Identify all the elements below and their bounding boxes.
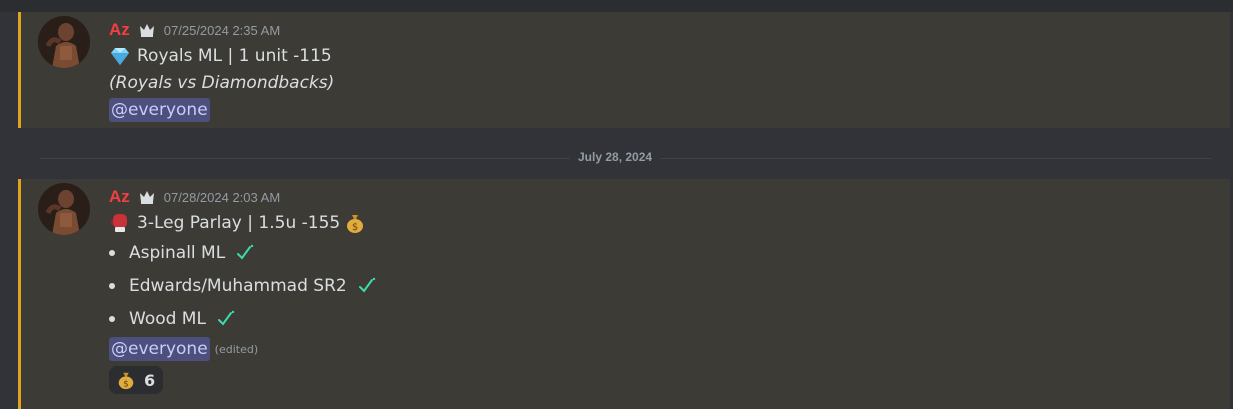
list-item: Edwards/Muhammad SR2 [109, 269, 1220, 302]
money-bag-icon: $ [347, 214, 364, 233]
avatar[interactable] [38, 183, 90, 235]
edited-label: (edited) [214, 343, 259, 356]
message-content: Az 07/28/2024 2:03 AM 3-Leg Parlay | 1.5… [109, 185, 1220, 394]
bullet [109, 282, 115, 289]
leg-text: Edwards/Muhammad SR2 [129, 275, 347, 296]
svg-text:$: $ [123, 379, 129, 389]
check-icon [237, 244, 254, 260]
crown-icon [139, 24, 154, 37]
check-icon [217, 310, 235, 326]
leg-text: Wood ML [129, 308, 206, 329]
message-title: Royals ML | 1 unit -115 [137, 45, 332, 66]
money-bag-icon: $ [118, 372, 134, 389]
everyone-mention[interactable]: @everyone [109, 97, 210, 122]
list-item: Aspinall ML [109, 236, 1220, 269]
date-divider-label: July 28, 2024 [570, 150, 661, 164]
reaction-money-bag[interactable]: $ 6 [109, 366, 164, 394]
message-title-line: 3-Leg Parlay | 1.5u -155 $ [109, 209, 1220, 236]
timestamp[interactable]: 07/25/2024 2:35 AM [164, 23, 280, 38]
reaction-count: 6 [144, 370, 156, 390]
previous-message-edge [0, 0, 1233, 12]
message-2[interactable]: Az 07/28/2024 2:03 AM 3-Leg Parlay | 1.5… [18, 179, 1230, 409]
message-title: 3-Leg Parlay | 1.5u -155 [137, 212, 341, 233]
message-content: Az 07/25/2024 2:35 AM Royals ML | 1 unit… [109, 18, 1220, 123]
gem-icon [111, 47, 129, 65]
bullet [109, 315, 115, 322]
boxing-glove-icon [111, 213, 127, 232]
leg-text: Aspinall ML [129, 242, 226, 263]
parlay-legs-list: Aspinall ML Edwards/Muhammad SR2 Wood ML [109, 236, 1220, 335]
message-subtitle: (Royals vs Diamondbacks) [109, 72, 335, 93]
chat-view: Az 07/25/2024 2:35 AM Royals ML | 1 unit… [0, 0, 1233, 409]
mention-line: @everyone [109, 96, 1220, 123]
bullet [109, 249, 115, 256]
crown-icon [139, 191, 154, 204]
message-header: Az 07/28/2024 2:03 AM [109, 185, 1220, 209]
timestamp[interactable]: 07/28/2024 2:03 AM [164, 190, 280, 205]
mention-line: @everyone (edited) [109, 335, 1220, 362]
message-header: Az 07/25/2024 2:35 AM [109, 18, 1220, 42]
check-icon [358, 277, 375, 293]
username[interactable]: Az [109, 187, 130, 207]
svg-text:$: $ [352, 222, 358, 233]
list-item: Wood ML [109, 302, 1220, 335]
message-1[interactable]: Az 07/25/2024 2:35 AM Royals ML | 1 unit… [18, 12, 1230, 128]
username[interactable]: Az [109, 20, 130, 40]
message-title-line: Royals ML | 1 unit -115 [109, 42, 1220, 69]
avatar[interactable] [38, 16, 90, 68]
everyone-mention[interactable]: @everyone [109, 336, 210, 361]
